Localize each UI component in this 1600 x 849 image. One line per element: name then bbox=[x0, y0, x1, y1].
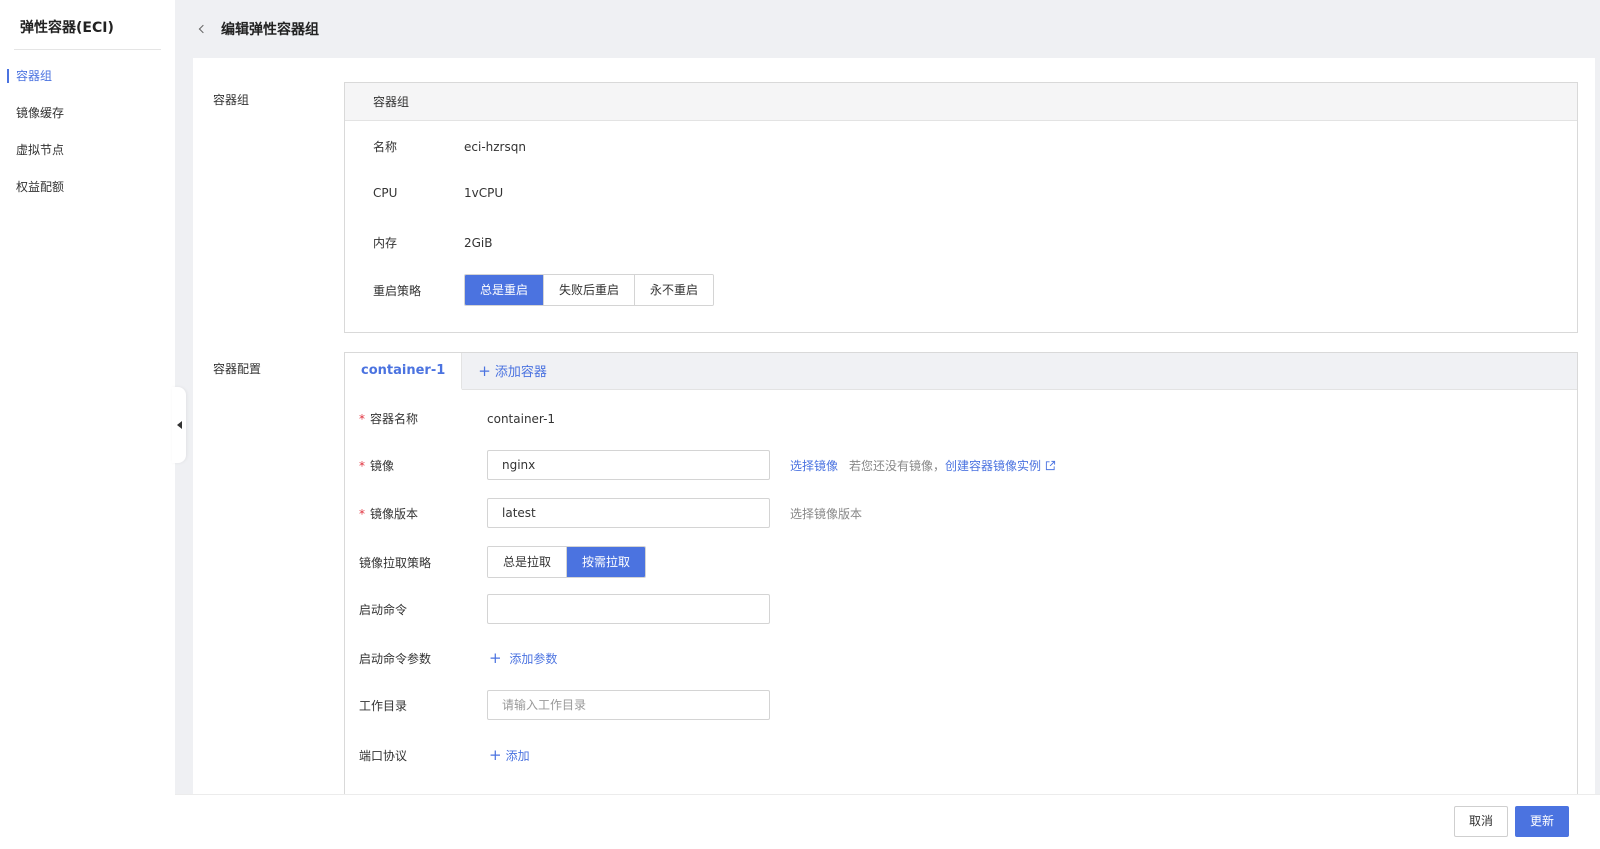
restart-policy-selector: 总是重启 失败后重启 永不重启 bbox=[464, 274, 715, 306]
plus-icon: + bbox=[478, 362, 491, 380]
restart-option-never[interactable]: 永不重启 bbox=[634, 275, 714, 305]
port-row: 端口协议 + 添加 bbox=[359, 746, 530, 764]
container-name-value: container-1 bbox=[487, 411, 556, 426]
command-input[interactable] bbox=[487, 594, 770, 624]
chevron-left-icon[interactable] bbox=[197, 24, 207, 34]
sidebar-collapse-handle[interactable] bbox=[172, 387, 186, 463]
required-marker: * bbox=[359, 506, 365, 521]
workdir-label: 工作目录 bbox=[359, 698, 408, 713]
plus-icon: + bbox=[489, 746, 502, 764]
pull-option-always[interactable]: 总是拉取 bbox=[488, 547, 567, 577]
add-container-button[interactable]: + 添加容器 bbox=[462, 353, 563, 390]
command-label: 启动命令 bbox=[359, 602, 408, 617]
restart-option-on-failure[interactable]: 失败后重启 bbox=[543, 275, 635, 305]
cancel-button[interactable]: 取消 bbox=[1454, 806, 1509, 837]
command-row: 启动命令 bbox=[359, 594, 770, 624]
create-image-repo-link[interactable]: 创建容器镜像实例 bbox=[945, 457, 1056, 474]
sidebar-nav: 容器组 镜像缓存 虚拟节点 权益配额 bbox=[0, 50, 175, 206]
add-args-button[interactable]: + 添加参数 bbox=[489, 649, 557, 667]
restart-policy-row: 重启策略 总是重启 失败后重启 永不重启 bbox=[373, 274, 715, 306]
container-tabs: container-1 + 添加容器 bbox=[345, 353, 1577, 390]
image-version-label: 镜像版本 bbox=[370, 506, 419, 521]
group-card: 容器组 名称 eci-hzrsqn CPU 1vCPU 内存 2GiB 重启策略… bbox=[344, 82, 1578, 333]
cpu-row: CPU 1vCPU bbox=[373, 186, 503, 200]
plus-icon: + bbox=[489, 649, 502, 667]
required-marker: * bbox=[359, 412, 365, 426]
sidebar-item-quota[interactable]: 权益配额 bbox=[0, 169, 175, 206]
cpu-value: 1vCPU bbox=[464, 186, 504, 200]
container-name-label: 容器名称 bbox=[370, 412, 419, 426]
page-title: 编辑弹性容器组 bbox=[221, 21, 319, 38]
sidebar-title: 弹性容器(ECI) bbox=[14, 0, 161, 50]
external-link-icon bbox=[1045, 460, 1056, 470]
action-footer: 取消 更新 bbox=[175, 794, 1600, 849]
pull-option-if-not-present[interactable]: 按需拉取 bbox=[566, 547, 646, 577]
workdir-input[interactable] bbox=[487, 690, 770, 720]
memory-label: 内存 bbox=[373, 236, 398, 250]
command-args-row: 启动命令参数 + 添加参数 bbox=[359, 649, 557, 667]
add-args-label: 添加参数 bbox=[509, 652, 558, 666]
workdir-row: 工作目录 bbox=[359, 690, 770, 720]
no-image-hint: 若您还没有镜像， bbox=[849, 458, 946, 473]
image-version-input[interactable] bbox=[487, 498, 770, 528]
sidebar-item-container-group[interactable]: 容器组 bbox=[0, 58, 175, 95]
container-section-label: 容器配置 bbox=[213, 362, 262, 376]
group-card-title: 容器组 bbox=[345, 83, 1577, 121]
memory-row: 内存 2GiB bbox=[373, 234, 493, 251]
sidebar-item-virtual-node[interactable]: 虚拟节点 bbox=[0, 132, 175, 169]
sidebar: 弹性容器(ECI) 容器组 镜像缓存 虚拟节点 权益配额 bbox=[0, 0, 175, 849]
image-input[interactable] bbox=[487, 450, 770, 480]
required-marker: * bbox=[359, 458, 365, 473]
image-version-row: * 镜像版本 选择镜像版本 bbox=[359, 498, 862, 528]
sidebar-item-image-cache[interactable]: 镜像缓存 bbox=[0, 95, 175, 132]
update-button[interactable]: 更新 bbox=[1515, 806, 1570, 837]
image-row: * 镜像 选择镜像 若您还没有镜像， 创建容器镜像实例 bbox=[359, 450, 1056, 480]
name-value: eci-hzrsqn bbox=[464, 139, 526, 154]
add-port-button[interactable]: + 添加 bbox=[489, 746, 530, 764]
choose-image-link[interactable]: 选择镜像 bbox=[790, 457, 838, 474]
image-label: 镜像 bbox=[370, 458, 395, 473]
create-image-repo-label: 创建容器镜像实例 bbox=[945, 458, 1042, 473]
cpu-label: CPU bbox=[373, 186, 398, 200]
choose-version-hint: 选择镜像版本 bbox=[790, 506, 863, 521]
tab-container-1[interactable]: container-1 bbox=[345, 353, 463, 390]
add-port-label: 添加 bbox=[505, 749, 530, 763]
memory-value: 2GiB bbox=[464, 235, 493, 250]
name-row: 名称 eci-hzrsqn bbox=[373, 138, 526, 155]
add-container-label: 添加容器 bbox=[494, 365, 547, 380]
pull-policy-selector: 总是拉取 按需拉取 bbox=[487, 546, 647, 578]
restart-option-always[interactable]: 总是重启 bbox=[465, 275, 544, 305]
edit-form-panel: 容器组 容器组 名称 eci-hzrsqn CPU 1vCPU 内存 2GiB … bbox=[193, 58, 1595, 794]
restart-policy-label: 重启策略 bbox=[373, 283, 422, 298]
container-card: container-1 + 添加容器 * 容器名称 container-1 * 镜像 … bbox=[344, 352, 1578, 794]
pull-policy-row: 镜像拉取策略 总是拉取 按需拉取 bbox=[359, 546, 647, 578]
container-name-row: * 容器名称 container-1 bbox=[359, 410, 555, 427]
caret-left-icon bbox=[176, 421, 182, 429]
port-label: 端口协议 bbox=[359, 748, 408, 763]
group-section-label: 容器组 bbox=[213, 93, 250, 107]
name-label: 名称 bbox=[373, 140, 398, 154]
command-args-label: 启动命令参数 bbox=[359, 651, 432, 666]
page-header: 编辑弹性容器组 bbox=[175, 0, 1600, 57]
pull-policy-label: 镜像拉取策略 bbox=[359, 555, 432, 570]
